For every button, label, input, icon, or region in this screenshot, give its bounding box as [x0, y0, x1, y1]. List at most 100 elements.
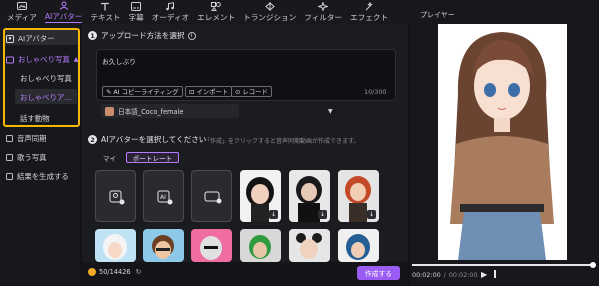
sidebar-item-lipsync[interactable]: 音声同期 — [6, 133, 47, 144]
sidebar-item-label: 歌う写真 — [17, 153, 47, 162]
element-icon — [211, 1, 222, 11]
tab-filter[interactable]: フィルター — [300, 0, 346, 24]
play-pause-icon[interactable]: ▶ — [481, 270, 487, 279]
current-time: 00:02:00 — [412, 271, 441, 279]
script-text[interactable]: お久しぶり — [102, 56, 136, 66]
download-icon[interactable]: ↓ — [367, 210, 376, 219]
section2-title-text: AIアバターを選択してください — [101, 135, 207, 144]
tab-media[interactable]: メディア — [3, 0, 41, 24]
tab-audio-label: オーディオ — [151, 12, 190, 22]
tab-subtitle-label: 字幕 — [128, 12, 144, 22]
avatar-thumb-3[interactable]: ↓ — [338, 170, 379, 222]
ai-icon: ✎ — [106, 87, 112, 96]
chevron-down-icon: ▼ — [328, 107, 333, 115]
glasses-boy-portrait — [152, 235, 174, 259]
section2-hint: 「作成」をクリックすると音声同期動画が作成できます。 — [204, 138, 360, 145]
import-button[interactable]: ⊡ インポート — [185, 86, 233, 97]
lipsync-icon — [6, 135, 13, 142]
step-2-badge: 2 — [88, 135, 97, 144]
char-counter: 10/300 — [364, 88, 387, 96]
tab-portrait[interactable]: ポートレート — [126, 152, 179, 163]
blue-hair-portrait — [346, 234, 370, 260]
total-time: 00:02:00 — [448, 271, 478, 279]
green-hero-portrait — [249, 235, 271, 259]
sidebar-item-results[interactable]: 結果を生成する — [6, 171, 69, 182]
tab-effect[interactable]: エフェクト — [346, 0, 392, 24]
step-1-badge: 1 — [88, 31, 97, 40]
refresh-icon[interactable]: ↻ — [136, 268, 142, 276]
section1-title: 1 アップロード方法を選択 i — [88, 30, 196, 41]
tab-ai-avatar[interactable]: AIアバター — [41, 0, 87, 24]
credits-display: 50/14426 ↻ — [88, 268, 141, 276]
progress-handle[interactable] — [590, 262, 596, 268]
record-button[interactable]: ⊙ レコード — [231, 86, 272, 97]
tab-text-label: テキスト — [90, 12, 121, 22]
ai-image-icon: AI — [157, 190, 173, 205]
avatar-thumb-6[interactable] — [191, 229, 232, 262]
info-icon[interactable]: i — [187, 31, 196, 40]
avatar-thumb-1[interactable]: ↓ — [240, 170, 281, 222]
sidebar-item-singing-photo[interactable]: 歌う写真 — [6, 152, 47, 163]
tab-media-label: メディア — [7, 12, 37, 22]
tab-portrait-label: ポートレート — [132, 154, 173, 163]
stop-icon[interactable] — [494, 270, 496, 278]
video-preview[interactable] — [438, 24, 567, 260]
text-icon — [100, 2, 111, 11]
import-icon: ⊡ — [189, 87, 195, 96]
download-icon[interactable]: ↓ — [318, 210, 327, 219]
transition-icon — [264, 1, 275, 11]
avatar-thumb-2[interactable]: ↓ — [289, 170, 330, 222]
tab-transition[interactable]: トランジション — [239, 0, 300, 24]
create-button-label: 作成する — [364, 270, 393, 278]
avatar-icon — [58, 1, 69, 10]
tab-transition-label: トランジション — [243, 12, 297, 22]
ai-generate-avatar-card[interactable]: AI — [143, 170, 184, 222]
chip-label: AI コピーライティング — [113, 88, 179, 96]
chip-label: レコード — [242, 88, 268, 96]
add-avatar-icon — [109, 190, 125, 205]
tab-element-label: エレメント — [197, 12, 236, 22]
statue-portrait — [200, 236, 222, 260]
subtitle-icon — [131, 1, 142, 11]
progress-fill — [412, 264, 594, 266]
buns-girl-portrait — [296, 233, 322, 259]
voice-select[interactable]: 日本語_Coco_female ▼ — [101, 104, 333, 118]
tab-ai-avatar-label: AIアバター — [44, 12, 83, 23]
tab-element[interactable]: エレメント — [193, 0, 239, 24]
player-title: プレイヤー — [420, 11, 455, 19]
voice-avatar — [105, 106, 114, 116]
tab-audio[interactable]: オーディオ — [148, 0, 193, 24]
anime-girl-preview — [450, 32, 554, 260]
sidebar-item-label: 結果を生成する — [17, 172, 69, 181]
white-hair-portrait — [103, 234, 127, 260]
record-icon: ⊙ — [235, 87, 241, 96]
media-icon — [16, 2, 27, 11]
tab-subtitle[interactable]: 字幕 — [125, 0, 148, 24]
upload-avatar-card[interactable] — [95, 170, 136, 222]
time-separator: / — [443, 271, 446, 279]
tab-my[interactable]: マイ — [96, 152, 123, 163]
avatar-thumb-7[interactable] — [240, 229, 281, 262]
chip-label: インポート — [196, 88, 229, 96]
avatar-thumb-5[interactable] — [143, 229, 184, 262]
avatar-thumb-4[interactable] — [95, 229, 136, 262]
svg-text:AI: AI — [160, 194, 166, 201]
avatar-thumb-8[interactable] — [289, 229, 330, 262]
create-button[interactable]: 作成する — [357, 266, 400, 280]
tab-filter-label: フィルター — [304, 12, 343, 22]
highlight-box — [3, 28, 80, 127]
template-avatar-card[interactable] — [191, 170, 232, 222]
voice-select-value: 日本語_Coco_female — [118, 108, 184, 116]
download-icon[interactable]: ↓ — [269, 210, 278, 219]
progress-track[interactable] — [412, 262, 596, 268]
avatar-thumb-9[interactable] — [338, 229, 379, 262]
ai-copywriting-button[interactable]: ✎ AI コピーライティング — [102, 86, 183, 97]
results-icon — [6, 173, 13, 180]
section2-title: 2 AIアバターを選択してください — [88, 134, 206, 145]
effect-icon — [364, 1, 375, 11]
coin-icon — [88, 268, 96, 276]
video-avatar-icon — [204, 191, 222, 204]
tab-text[interactable]: テキスト — [86, 0, 124, 24]
filter-icon — [318, 1, 329, 11]
audio-icon — [165, 1, 176, 11]
